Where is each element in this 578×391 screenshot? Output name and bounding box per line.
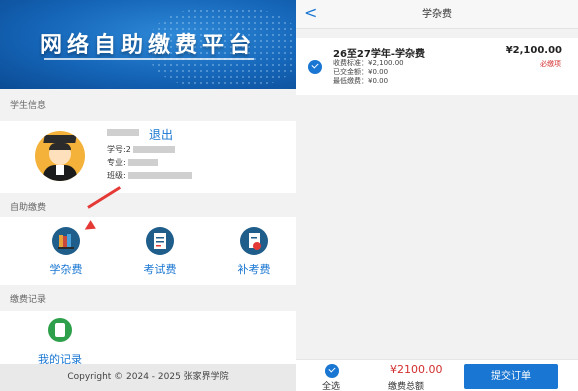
exam-paper-glyph <box>154 233 166 249</box>
student-id: 学号:2 <box>107 144 176 155</box>
redacted-id <box>133 146 176 153</box>
screen: 网络自助缴费平台 学生信息 退出 学号:2 专业: 班级: 自助缴费 学杂费 考… <box>0 0 578 391</box>
student-class: 班级: <box>107 170 193 181</box>
redacted-name <box>107 129 139 136</box>
fee-min-pay: 最低缴费：¥0.00 <box>333 77 389 85</box>
student-avatar-icon <box>35 131 85 181</box>
left-panel: 网络自助缴费平台 学生信息 退出 学号:2 专业: 班级: 自助缴费 学杂费 考… <box>0 0 296 391</box>
records-list-icon[interactable] <box>48 318 72 342</box>
tile-tuition-label: 学杂费 <box>49 263 83 276</box>
checkout-bar: 全选 ¥2100.00 缴费总额 提交订单 <box>296 359 578 391</box>
my-records-link[interactable]: 我的记录 <box>30 351 90 364</box>
class-label: 班级: <box>107 171 126 180</box>
footer-copyright: Copyright © 2024 - 2025 张家界学院 <box>0 364 296 391</box>
books-glyph <box>58 234 74 249</box>
redacted-major <box>128 159 159 166</box>
banner-underline <box>44 58 254 60</box>
page-title: 学杂费 <box>422 9 452 20</box>
select-all-checkbox-icon[interactable] <box>325 364 339 378</box>
retake-exam-icon <box>240 227 268 255</box>
student-id-label: 学号: <box>107 145 126 154</box>
logout-link[interactable]: 退出 <box>149 126 173 143</box>
tile-retake-fee-label: 补考费 <box>237 263 271 276</box>
major-label: 专业: <box>107 158 126 167</box>
student-major: 专业: <box>107 157 159 168</box>
submit-order-button[interactable]: 提交订单 <box>464 364 558 389</box>
exam-paper-icon <box>146 227 174 255</box>
retake-exam-glyph <box>249 233 261 250</box>
right-panel: < 学杂费 26至27学年-学杂费 收费标准：¥2,100.00 已交金额：¥0… <box>296 0 578 391</box>
redacted-class <box>128 172 193 179</box>
nav-bar: < 学杂费 <box>296 0 578 29</box>
fee-item-price: ¥2,100.00 <box>505 45 562 56</box>
fee-item[interactable]: 26至27学年-学杂费 收费标准：¥2,100.00 已交金额：¥0.00 最低… <box>296 38 578 95</box>
tile-exam-fee-label: 考试费 <box>143 263 177 276</box>
select-all-label[interactable]: 全选 <box>322 379 340 391</box>
item-checkbox-icon[interactable] <box>308 60 322 74</box>
student-id-value: 2 <box>125 145 131 154</box>
books-icon <box>52 227 80 255</box>
total-label: 缴费总额 <box>388 382 425 391</box>
section-student-info: 学生信息 <box>0 91 296 121</box>
total-amount: ¥2100.00 <box>390 363 443 376</box>
banner-title: 网络自助缴费平台 <box>39 33 256 58</box>
banner: 网络自助缴费平台 <box>0 0 296 89</box>
required-tag: 必缴项 <box>540 60 561 68</box>
student-name <box>107 128 139 137</box>
